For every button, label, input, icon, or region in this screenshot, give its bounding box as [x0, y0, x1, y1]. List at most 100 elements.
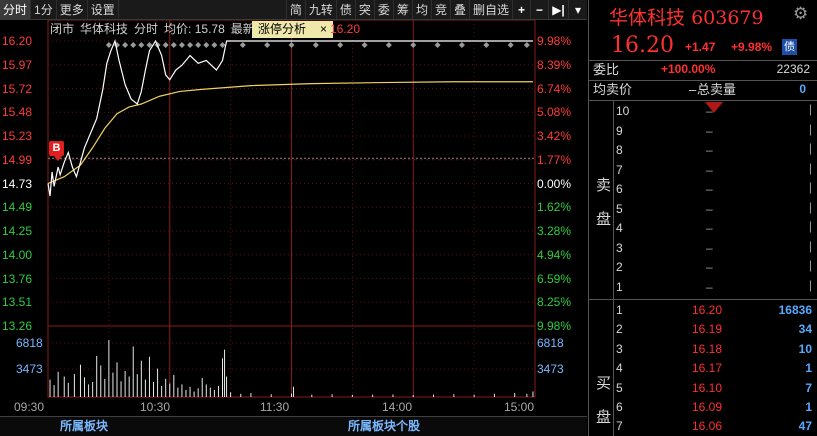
- nine-turn-button[interactable]: 九转: [306, 0, 337, 19]
- close-icon[interactable]: ×: [320, 21, 327, 38]
- breakout-button[interactable]: 突: [356, 0, 375, 19]
- event-diamond: [130, 42, 137, 48]
- pct-tick-label: 5.08%: [537, 105, 572, 120]
- bid-level-price: 16.06: [691, 419, 722, 434]
- average-price-line: [47, 81, 533, 185]
- bid-level-volume: 1: [805, 361, 812, 376]
- average-button[interactable]: 均: [413, 0, 432, 19]
- event-diamond: [170, 42, 177, 48]
- tab-sector[interactable]: 所属板块: [60, 417, 108, 435]
- ask-level-volume: |: [808, 160, 812, 175]
- bid-level-row[interactable]: 5 16.10 7: [614, 378, 814, 397]
- ask-level-price: –: [706, 143, 713, 157]
- bid-level-number: 2: [616, 322, 623, 337]
- chips-button[interactable]: 筹: [394, 0, 413, 19]
- bid-level-price: 16.17: [691, 361, 722, 376]
- buy-side-label-2: 盘: [596, 409, 612, 426]
- bid-level-volume: 16836: [778, 303, 812, 317]
- remove-watchlist-button[interactable]: 删自选: [470, 0, 513, 19]
- ask-level-row[interactable]: 6 – |: [614, 179, 814, 198]
- event-diamond: [361, 42, 368, 48]
- ask-level-row[interactable]: 1 – |: [614, 277, 814, 296]
- time-tick-label: 14:00: [382, 400, 413, 414]
- bid-level-row[interactable]: 1 16.20 16836: [614, 300, 814, 319]
- event-diamond: [264, 42, 271, 48]
- ask-level-row[interactable]: 7 – |: [614, 160, 814, 179]
- price-tick-label: 16.20: [2, 34, 33, 48]
- bid-level-price: 16.20: [691, 303, 722, 317]
- plus-icon[interactable]: +: [513, 0, 531, 19]
- chart-toolbar: 分时 1分 更多 设置 简 九转 债 突 委 筹 均 竞 叠 删自选 + − ▶…: [0, 0, 587, 20]
- forward-step-icon[interactable]: ▶|: [549, 0, 569, 19]
- event-diamond: [122, 42, 129, 48]
- event-diamond: [162, 42, 169, 48]
- pct-tick-label: 3.42%: [537, 129, 572, 143]
- ask-level-row[interactable]: 3 – |: [614, 238, 814, 257]
- ask-level-price: –: [706, 162, 713, 177]
- order-button[interactable]: 委: [375, 0, 394, 19]
- bid-level-volume: 34: [798, 322, 812, 337]
- settings-button[interactable]: 设置: [88, 0, 119, 19]
- price-tick-label: 14.49: [2, 200, 33, 215]
- tab-timeshare[interactable]: 分时: [0, 0, 32, 19]
- bond-button[interactable]: 债: [337, 0, 356, 19]
- event-diamond: [195, 42, 202, 48]
- order-ratio-label: 委比: [593, 62, 620, 77]
- stock-title: 华体科技 603679: [609, 3, 764, 30]
- bid-level-row[interactable]: 2 16.19 34: [614, 319, 814, 338]
- auction-button[interactable]: 竞: [432, 0, 451, 19]
- minus-icon[interactable]: −: [531, 0, 549, 19]
- more-button[interactable]: 更多: [57, 0, 88, 19]
- event-diamond: [312, 42, 319, 48]
- time-tick-label: 10:30: [140, 400, 171, 414]
- bid-level-row[interactable]: 7 16.06 47: [614, 416, 814, 435]
- tab-sector-stocks[interactable]: 所属板块个股: [348, 417, 420, 435]
- ask-level-price: –: [706, 123, 713, 138]
- dropdown-icon[interactable]: ▾: [569, 0, 587, 19]
- ask-level-row[interactable]: 9 – |: [614, 121, 814, 140]
- ask-level-volume: |: [808, 238, 812, 253]
- price-tick-label: 14.73: [2, 176, 33, 191]
- limit-up-analysis-chip[interactable]: 涨停分析 ×: [252, 21, 334, 38]
- ask-level-number: 5: [616, 201, 623, 216]
- ask-level-row[interactable]: 5 – |: [614, 199, 814, 218]
- simple-button[interactable]: 简: [287, 0, 306, 19]
- bond-badge[interactable]: 债: [782, 39, 797, 55]
- event-diamond: [203, 42, 210, 48]
- bid-level-row[interactable]: 3 16.18 10: [614, 339, 814, 358]
- bid-level-volume: 47: [798, 419, 812, 434]
- order-ratio-diff: 22362: [776, 62, 810, 76]
- bid-level-number: 3: [616, 341, 623, 356]
- bid-level-volume: 10: [798, 341, 812, 356]
- price-tick-label: 14.99: [2, 152, 33, 167]
- ask-level-number: 8: [616, 143, 623, 157]
- bid-level-volume: 1: [805, 400, 812, 414]
- bid-level-number: 5: [616, 380, 623, 395]
- ask-level-row[interactable]: 8 – |: [614, 140, 814, 159]
- ask-level-price: –: [706, 201, 713, 216]
- avg-price-label: 均价: 15.78: [164, 22, 225, 36]
- event-diamond: [507, 42, 514, 48]
- buy-signal-marker[interactable]: B: [49, 141, 64, 156]
- bid-level-number: 7: [616, 419, 623, 434]
- bid-level-row[interactable]: 4 16.17 1: [614, 358, 814, 377]
- quote-panel: 华体科技 603679 ⚙ 16.20 +1.47 +9.98% 债 委比 +1…: [588, 0, 817, 436]
- overlay-button[interactable]: 叠: [451, 0, 470, 19]
- bid-level-row[interactable]: 6 16.09 1: [614, 397, 814, 416]
- ask-level-row[interactable]: 10 – |: [614, 101, 814, 120]
- tab-1min[interactable]: 1分: [31, 0, 57, 19]
- pct-tick-label: 1.62%: [537, 200, 572, 215]
- pct-tick-label: 1.77%: [537, 152, 572, 167]
- ask-level-volume: |: [808, 180, 812, 194]
- ask-level-number: 1: [616, 279, 623, 294]
- market-status: 闭市: [50, 22, 75, 36]
- price-tick-label: 14.25: [2, 224, 33, 238]
- sell-side-label-2: 盘: [596, 211, 612, 228]
- gear-icon[interactable]: ⚙: [793, 4, 808, 24]
- ask-level-row[interactable]: 4 – |: [614, 218, 814, 237]
- intraday-chart[interactable]: 闭市 华体科技 分时 均价: 15.78 最新 涨停分析 × 16.20 16.…: [0, 20, 587, 416]
- event-diamond: [211, 42, 218, 48]
- ask-level-row[interactable]: 2 – |: [614, 257, 814, 276]
- bid-level-price: 16.18: [691, 341, 722, 356]
- bid-level-price: 16.09: [691, 400, 722, 414]
